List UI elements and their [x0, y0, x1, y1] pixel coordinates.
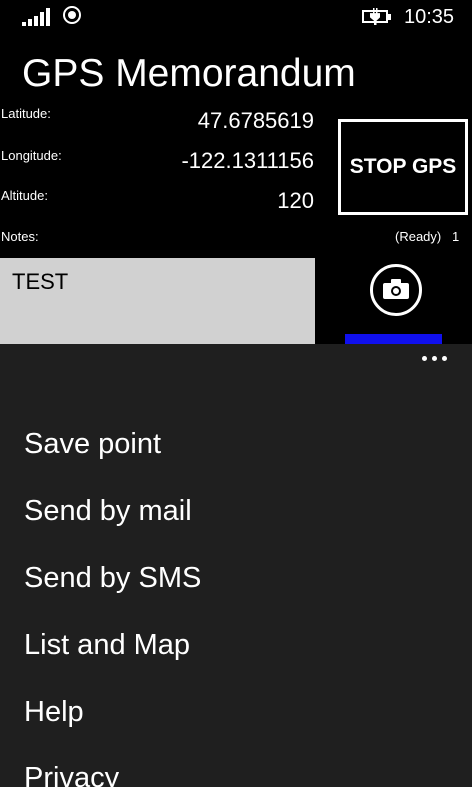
altitude-label: Altitude:	[1, 188, 48, 203]
latitude-value: 47.6785619	[197, 108, 314, 133]
battery-charging-icon	[362, 8, 394, 25]
menu-item-send-by-mail[interactable]: Send by mail	[24, 495, 192, 528]
notes-label: Notes:	[1, 229, 39, 244]
gps-status-text: (Ready)	[395, 229, 442, 244]
notes-input[interactable]: TEST	[0, 258, 315, 348]
app-bar-menu: Save point Send by mail Send by SMS List…	[0, 344, 472, 787]
status-bar: 10:35	[0, 0, 472, 34]
app-screen: 10:35 GPS Memorandum Latitude: 47.678561…	[0, 0, 472, 787]
longitude-label: Longitude:	[1, 148, 62, 163]
camera-icon	[383, 279, 409, 299]
ellipsis-icon[interactable]	[422, 354, 450, 364]
app-title: GPS Memorandum	[22, 52, 356, 95]
location-active-icon	[63, 6, 81, 24]
menu-item-privacy[interactable]: Privacy	[24, 762, 119, 787]
menu-item-send-by-sms[interactable]: Send by SMS	[24, 562, 201, 595]
status-time: 10:35	[404, 6, 455, 28]
menu-item-list-and-map[interactable]: List and Map	[24, 629, 190, 662]
signal-strength-icon	[22, 8, 54, 26]
latitude-label: Latitude:	[1, 106, 51, 121]
menu-item-save-point[interactable]: Save point	[24, 428, 161, 461]
longitude-value: -122.1311156	[181, 148, 314, 173]
camera-button[interactable]	[370, 264, 422, 316]
stop-gps-button[interactable]: STOP GPS	[338, 119, 468, 215]
saved-point-count: 1	[452, 229, 460, 244]
menu-item-help[interactable]: Help	[24, 696, 84, 729]
altitude-value: 120	[277, 188, 314, 213]
